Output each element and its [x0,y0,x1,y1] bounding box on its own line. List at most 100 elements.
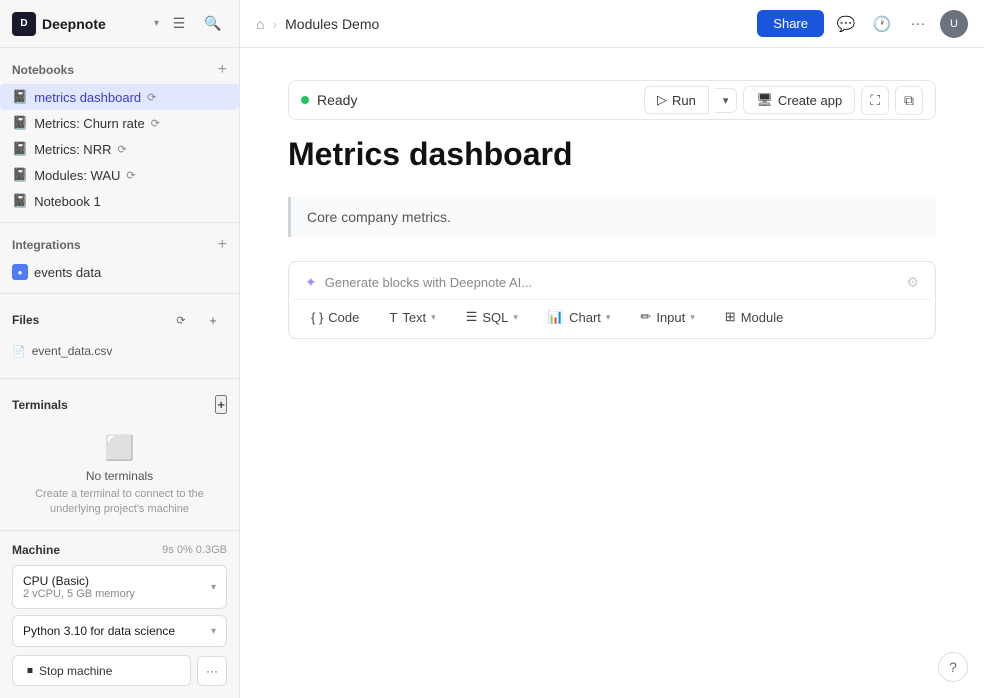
module-block-button[interactable]: ⊞ Module [711,304,798,330]
ai-generate-bar[interactable]: ✦ Generate blocks with Deepnote AI... ⚙ [293,266,931,300]
cpu-info: CPU (Basic) 2 vCPU, 5 GB memory [23,574,135,600]
ai-placeholder: Generate blocks with Deepnote AI... [325,275,532,290]
sync-icon: ⟳ [151,117,160,130]
sidebar-item-metrics-churn[interactable]: 📓 Metrics: Churn rate ⟳ [0,110,239,136]
machine-section: Machine 9s 0% 0.3GB CPU (Basic) 2 vCPU, … [12,543,227,686]
add-terminal-button[interactable]: + [215,395,227,414]
sidebar-item-modules-wau[interactable]: 📓 Modules: WAU ⟳ [0,162,239,188]
section-files: Files ⟳ + 📄 event_data.csv [0,302,239,370]
terminals-empty: ⬜ No terminals Create a terminal to conn… [12,422,227,530]
create-app-button[interactable]: 🖥 Create app [743,86,855,114]
status-left: Ready [301,92,357,108]
history-icon[interactable]: 🕐 [868,10,896,38]
chart-block-button[interactable]: 📊 Chart ▾ [534,304,625,330]
text-icon: T [389,310,397,325]
sidebar-divider [0,222,239,223]
add-notebook-button[interactable]: + [218,62,227,78]
create-app-label: Create app [778,93,842,108]
sync-icon: ⟳ [126,169,135,182]
sync-icon: ⟳ [147,91,156,104]
chart-icon: 📊 [548,309,564,325]
add-file-button[interactable]: + [199,306,227,334]
files-label: Files [12,313,39,327]
sql-label: SQL [482,310,508,325]
share-button[interactable]: Share [757,10,824,37]
notebook-icon: 📓 [12,193,28,209]
stop-icon: ⏹ [27,663,33,678]
input-icon: ✏ [640,309,651,325]
run-button[interactable]: ▷ Run [644,86,709,114]
cpu-label: CPU (Basic) [23,574,135,588]
sidebar: D Deepnote ▾ ☰ 🔍 Notebooks + 📓 metrics d… [0,0,240,698]
sidebar-item-label: metrics dashboard [34,90,141,105]
chevron-down-icon: ▾ [154,18,159,29]
section-notebooks: Notebooks + 📓 metrics dashboard ⟳ 📓 Metr… [0,56,239,214]
ai-settings-icon[interactable]: ⚙ [906,274,919,291]
text-block-button[interactable]: T Text ▾ [375,305,449,330]
status-bar: Ready ▷ Run ▾ 🖥 Create app ⛶ ⧉ [288,80,936,120]
comments-icon[interactable]: 💬 [832,10,860,38]
block-types-bar: { } Code T Text ▾ ☰ SQL ▾ 📊 Chart ▾ [293,300,931,334]
sidebar-item-label: Modules: WAU [34,168,120,183]
help-button[interactable]: ? [938,652,968,682]
database-icon: ● [12,264,28,280]
main-area: ⌂ › Modules Demo Share 💬 🕐 ··· U Ready ▷… [240,0,984,698]
code-label: Code [328,310,359,325]
code-icon: { } [311,310,323,325]
more-options-button[interactable]: ··· [197,656,227,686]
sidebar-item-metrics-nrr[interactable]: 📓 Metrics: NRR ⟳ [0,136,239,162]
sidebar-item-label: events data [34,265,101,280]
notebook-description: Core company metrics. [288,197,936,237]
text-label: Text [402,310,426,325]
avatar[interactable]: U [940,10,968,38]
more-options-icon[interactable]: ··· [904,10,932,38]
notebook-icon: 📓 [12,167,28,183]
terminals-header: Terminals + [12,395,227,414]
sidebar-item-notebook-1[interactable]: 📓 Notebook 1 [0,188,239,214]
run-dropdown-button[interactable]: ▾ [715,88,738,113]
terminals-empty-desc: Create a terminal to connect to the unde… [12,487,227,518]
input-block-button[interactable]: ✏ Input ▾ [626,304,708,330]
chevron-down-icon: ▾ [431,312,436,323]
stop-row: ⏹ Stop machine ··· [12,655,227,686]
sidebar-item-metrics-dashboard[interactable]: 📓 metrics dashboard ⟳ [0,84,239,110]
notebook-title: Metrics dashboard [288,136,936,173]
run-label: Run [672,93,696,108]
notebook-toolbar: ✦ Generate blocks with Deepnote AI... ⚙ … [288,261,936,339]
machine-stats: 9s 0% 0.3GB [162,544,227,556]
chevron-down-icon: ▾ [606,312,611,323]
sidebar-item-label: Metrics: Churn rate [34,116,145,131]
module-label: Module [741,310,784,325]
split-view-button[interactable]: ⧉ [895,86,923,115]
file-item-event-data[interactable]: 📄 event_data.csv [12,340,227,362]
notebook-icon: 📓 [12,115,28,131]
menu-icon[interactable]: ☰ [165,10,193,38]
stop-machine-label: Stop machine [39,664,112,678]
input-label: Input [656,310,685,325]
fullscreen-button[interactable]: ⛶ [861,86,889,115]
sql-block-button[interactable]: ☰ SQL ▾ [452,304,532,330]
code-block-button[interactable]: { } Code [297,305,373,330]
chart-label: Chart [569,310,601,325]
python-info: Python 3.10 for data science [23,624,175,638]
page-title: Modules Demo [285,16,749,32]
status-text: Ready [317,92,357,108]
app-name: Deepnote [42,16,148,32]
ellipsis-icon: ··· [206,664,218,678]
add-integration-button[interactable]: + [218,237,227,253]
home-icon[interactable]: ⌂ [256,16,264,32]
integrations-label: Integrations [12,238,81,252]
app-logo-text: D [20,18,27,29]
sql-icon: ☰ [466,309,478,325]
breadcrumb-separator: › [272,16,277,32]
refresh-files-button[interactable]: ⟳ [167,306,195,334]
search-icon[interactable]: 🔍 [199,10,227,38]
machine-title: Machine [12,543,60,557]
sync-icon: ⟳ [117,143,126,156]
notebook-icon: 📓 [12,141,28,157]
sidebar-item-events-data[interactable]: ● events data [0,259,239,285]
python-dropdown[interactable]: Python 3.10 for data science ▾ [12,615,227,647]
cpu-dropdown[interactable]: CPU (Basic) 2 vCPU, 5 GB memory ▾ [12,565,227,609]
stop-machine-button[interactable]: ⏹ Stop machine [12,655,191,686]
app-icon: 🖥 [756,92,773,108]
